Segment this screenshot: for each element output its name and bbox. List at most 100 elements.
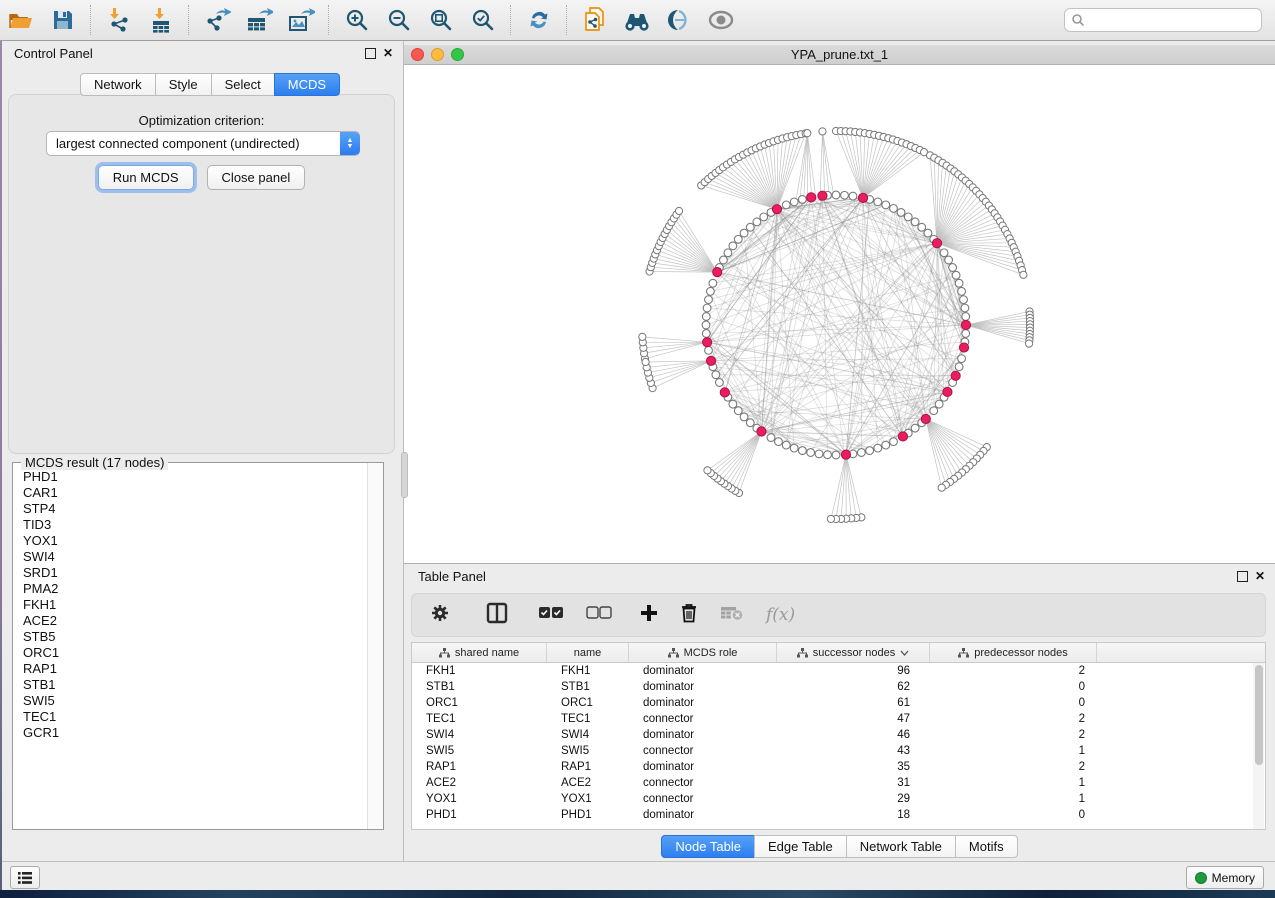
cell-MCDS-role[interactable]: dominator — [629, 665, 777, 677]
column-view-icon[interactable] — [486, 602, 508, 629]
tab-motifs[interactable]: Motifs — [955, 835, 1018, 858]
duplicate-network-icon[interactable] — [578, 5, 612, 35]
tab-select[interactable]: Select — [211, 73, 274, 96]
cell-shared-name[interactable]: ACE2 — [412, 777, 547, 789]
mcds-hub-node[interactable] — [858, 193, 867, 202]
cell-successor-nodes[interactable]: 31 — [777, 777, 930, 789]
open-folder-icon[interactable] — [4, 5, 38, 35]
table-row[interactable]: ORC1ORC1dominator610 — [412, 695, 1265, 711]
search-binoculars-icon[interactable] — [620, 5, 654, 35]
zoom-in-icon[interactable] — [340, 5, 374, 35]
memory-button[interactable]: Memory — [1186, 866, 1264, 889]
cell-MCDS-role[interactable]: dominator — [629, 681, 777, 693]
mcds-hub-node[interactable] — [959, 343, 968, 352]
export-network-icon[interactable] — [200, 5, 234, 35]
mcds-hub-node[interactable] — [921, 414, 930, 423]
cell-name[interactable]: TEC1 — [547, 713, 629, 725]
cell-successor-nodes[interactable]: 62 — [777, 681, 930, 693]
cell-predecessor-nodes[interactable]: 1 — [930, 745, 1097, 757]
cell-shared-name[interactable]: FKH1 — [412, 665, 547, 677]
cell-predecessor-nodes[interactable]: 1 — [930, 793, 1097, 805]
cell-name[interactable]: FKH1 — [547, 665, 629, 677]
cell-MCDS-role[interactable]: dominator — [629, 697, 777, 709]
search-input[interactable] — [1085, 12, 1261, 28]
column-header-predecessor-nodes[interactable]: predecessor nodes — [930, 643, 1097, 662]
table-row[interactable]: ACE2ACE2connector311 — [412, 775, 1265, 791]
cell-successor-nodes[interactable]: 47 — [777, 713, 930, 725]
cell-name[interactable]: PHD1 — [547, 809, 629, 821]
close-table-panel-icon[interactable]: ✕ — [1255, 570, 1265, 582]
task-history-button[interactable] — [10, 866, 40, 889]
cell-shared-name[interactable]: SWI4 — [412, 729, 547, 741]
column-header-successor-nodes[interactable]: successor nodes — [777, 643, 930, 662]
mcds-result-item[interactable]: CAR1 — [23, 485, 367, 501]
mcds-result-item[interactable]: PHD1 — [23, 469, 367, 485]
cell-shared-name[interactable]: STB1 — [412, 681, 547, 693]
table-row[interactable]: FKH1FKH1dominator962 — [412, 663, 1265, 679]
save-icon[interactable] — [46, 5, 80, 35]
table-row[interactable]: PHD1PHD1dominator180 — [412, 807, 1265, 823]
close-panel-icon[interactable]: ✕ — [383, 47, 393, 59]
node-table[interactable]: shared namenameMCDS rolesuccessor nodesp… — [411, 642, 1266, 830]
table-scrollbar-thumb[interactable] — [1255, 665, 1263, 765]
tab-edge-table[interactable]: Edge Table — [754, 835, 846, 858]
cell-predecessor-nodes[interactable]: 1 — [930, 777, 1097, 789]
zoom-out-icon[interactable] — [382, 5, 416, 35]
refresh-icon[interactable] — [522, 5, 556, 35]
cell-name[interactable]: SWI4 — [547, 729, 629, 741]
mcds-result-item[interactable]: TEC1 — [23, 709, 367, 725]
column-header-name[interactable]: name — [547, 643, 629, 662]
table-scrollbar[interactable] — [1253, 663, 1264, 829]
mcds-hub-node[interactable] — [720, 388, 729, 397]
delete-table-icon[interactable] — [720, 605, 744, 626]
export-table-icon[interactable] — [242, 5, 276, 35]
cell-name[interactable]: ORC1 — [547, 697, 629, 709]
cell-shared-name[interactable]: PHD1 — [412, 809, 547, 821]
column-header-MCDS-role[interactable]: MCDS role — [629, 643, 777, 662]
cell-predecessor-nodes[interactable]: 0 — [930, 697, 1097, 709]
table-row[interactable]: YOX1YOX1connector291 — [412, 791, 1265, 807]
mcds-hub-node[interactable] — [841, 450, 850, 459]
export-image-icon[interactable] — [284, 5, 318, 35]
mcds-hub-node[interactable] — [943, 387, 952, 396]
mcds-hub-node[interactable] — [807, 193, 816, 202]
network-vertical-scrollbar[interactable] — [401, 452, 408, 498]
mcds-result-item[interactable]: TID3 — [23, 517, 367, 533]
cell-shared-name[interactable]: ORC1 — [412, 697, 547, 709]
search-field[interactable] — [1064, 8, 1262, 32]
cell-successor-nodes[interactable]: 18 — [777, 809, 930, 821]
tab-style[interactable]: Style — [155, 73, 211, 96]
cell-successor-nodes[interactable]: 96 — [777, 665, 930, 677]
cell-MCDS-role[interactable]: connector — [629, 793, 777, 805]
cell-shared-name[interactable]: YOX1 — [412, 793, 547, 805]
cell-successor-nodes[interactable]: 61 — [777, 697, 930, 709]
mcds-result-item[interactable]: PMA2 — [23, 581, 367, 597]
mcds-hub-node[interactable] — [818, 191, 827, 200]
cell-MCDS-role[interactable]: connector — [629, 745, 777, 757]
gear-icon[interactable] — [430, 603, 450, 628]
cell-MCDS-role[interactable]: dominator — [629, 729, 777, 741]
table-row[interactable]: TEC1TEC1connector472 — [412, 711, 1265, 727]
float-panel-icon[interactable] — [365, 48, 376, 59]
cell-successor-nodes[interactable]: 46 — [777, 729, 930, 741]
cell-name[interactable]: STB1 — [547, 681, 629, 693]
table-row[interactable]: RAP1RAP1dominator352 — [412, 759, 1265, 775]
level-of-detail-icon[interactable] — [662, 5, 696, 35]
mcds-result-item[interactable]: STB1 — [23, 677, 367, 693]
cell-MCDS-role[interactable]: dominator — [629, 761, 777, 773]
cell-successor-nodes[interactable]: 29 — [777, 793, 930, 805]
cell-predecessor-nodes[interactable]: 2 — [930, 713, 1097, 725]
mcds-result-item[interactable]: GCR1 — [23, 725, 367, 741]
cell-predecessor-nodes[interactable]: 2 — [930, 761, 1097, 773]
mcds-list-scrollbar[interactable] — [367, 463, 383, 829]
cell-name[interactable]: YOX1 — [547, 793, 629, 805]
select-all-icon[interactable] — [538, 606, 564, 625]
tab-network-table[interactable]: Network Table — [846, 835, 955, 858]
cell-MCDS-role[interactable]: connector — [629, 777, 777, 789]
cell-name[interactable]: RAP1 — [547, 761, 629, 773]
network-view-canvas[interactable] — [404, 65, 1275, 563]
close-panel-button[interactable]: Close panel — [207, 165, 306, 190]
cell-successor-nodes[interactable]: 35 — [777, 761, 930, 773]
cell-MCDS-role[interactable]: connector — [629, 713, 777, 725]
tab-network[interactable]: Network — [80, 73, 155, 96]
